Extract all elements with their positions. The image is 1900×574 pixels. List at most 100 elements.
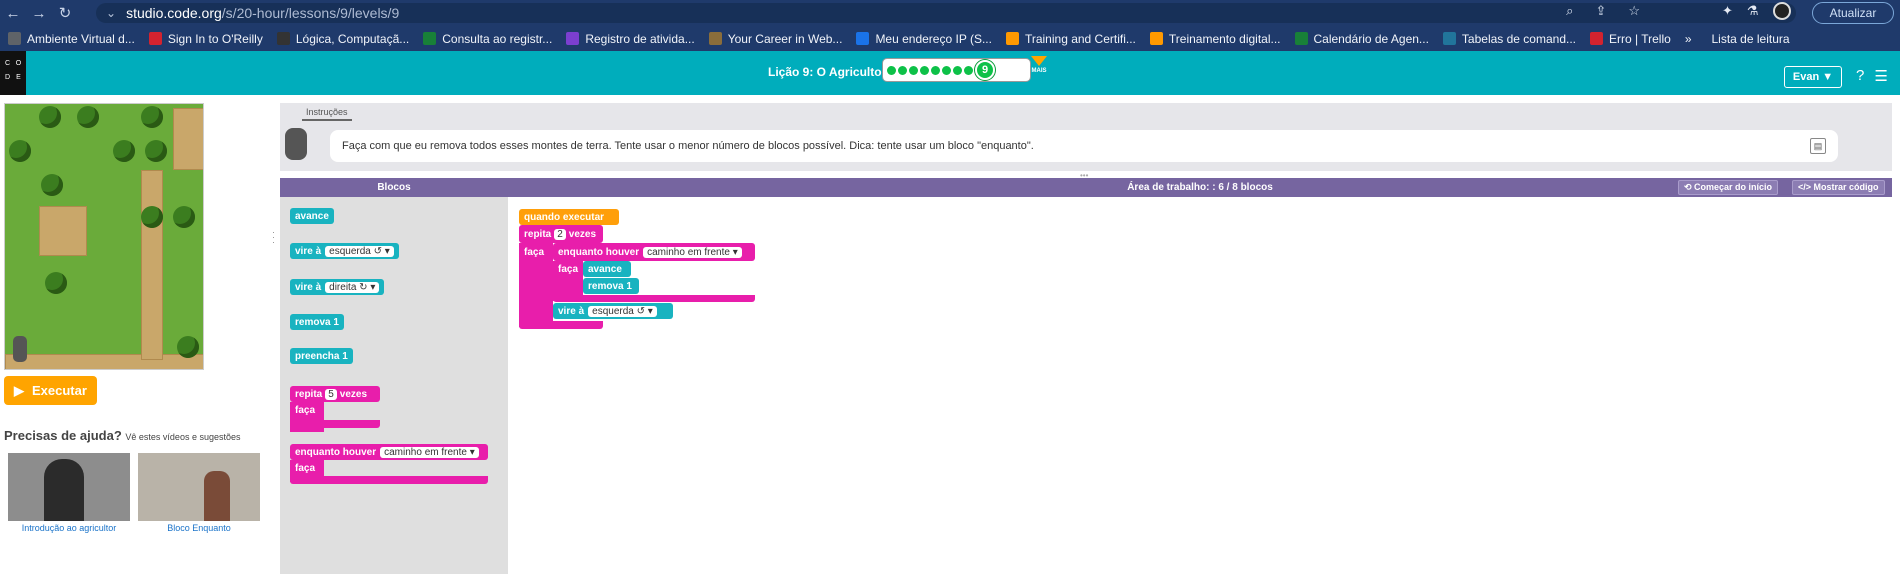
bookmark-item[interactable]: Training and Certifi... (1005, 31, 1136, 46)
tree (9, 140, 31, 162)
while-block-foot (553, 295, 755, 302)
forward-icon[interactable]: → (26, 5, 52, 22)
condition-dropdown[interactable]: caminho em frente ▾ (380, 446, 479, 458)
bookmark-item[interactable]: Lógica, Computaçã... (276, 32, 409, 46)
show-code-button[interactable]: </> Mostrar código (1792, 180, 1885, 195)
bookmark-item[interactable]: Treinamento digital... (1149, 32, 1281, 46)
bookmark-label: Calendário de Agen... (1313, 31, 1429, 46)
hamburger-menu-icon[interactable]: ☰ (1874, 67, 1887, 85)
update-button[interactable]: Atualizar (1812, 2, 1894, 24)
block-label: enquanto houver (295, 446, 377, 458)
codeorg-header: C O D E Lição 9: O Agricultor 9 MAIS (0, 51, 1900, 95)
bookmark-item[interactable]: Consulta ao registr... (423, 32, 552, 46)
while-block-slot (324, 460, 488, 476)
bookmark-label: Registro de ativida... (585, 31, 695, 46)
toolbox: avance vire à esquerda ↺ ▾ vire à direit… (280, 197, 508, 574)
profile-avatar[interactable] (1772, 2, 1791, 20)
completed-level-dot[interactable] (942, 65, 951, 75)
run-button[interactable]: ▶ Executar (4, 376, 97, 405)
block-label: vire à (295, 245, 322, 257)
video-caption[interactable]: Bloco Enquanto (138, 523, 260, 533)
when-run-block[interactable]: quando executar (519, 209, 619, 225)
toolbox-block-remove[interactable]: remova 1 (290, 314, 344, 330)
bookmark-item[interactable]: Erro | Trello (1590, 32, 1671, 46)
tree (141, 206, 163, 228)
direction-dropdown[interactable]: direita ↻ ▾ (325, 281, 380, 293)
repeat-count-input[interactable]: 2 (554, 228, 566, 240)
site-info-icon[interactable]: ⌄ (106, 6, 116, 20)
while-block[interactable]: enquanto houver caminho em frente ▾ (553, 243, 755, 261)
video-caption[interactable]: Introdução ao agricultor (8, 523, 130, 533)
url-host: studio.code.org (126, 5, 222, 21)
remove-block[interactable]: remova 1 (583, 278, 639, 294)
completed-level-dot[interactable] (964, 65, 973, 75)
toolbox-block-fill[interactable]: preencha 1 (290, 348, 353, 364)
direction-dropdown[interactable]: esquerda ↺ ▾ (325, 245, 394, 257)
block-label: faça (295, 463, 316, 474)
bookmarks-bar: Ambiente Virtual d... Sign In to O'Reilly… (0, 26, 1900, 51)
user-menu-button[interactable]: Evan ▼ (1784, 66, 1842, 88)
bookmark-label: Your Career in Web... (727, 31, 843, 46)
avance-block[interactable]: avance (583, 261, 631, 277)
repeat-block[interactable]: repita 2 vezes (519, 225, 603, 243)
bookmark-label: Training and Certifi... (1024, 31, 1136, 46)
direction-dropdown[interactable]: esquerda ↺ ▾ (588, 305, 657, 317)
condition-dropdown[interactable]: caminho em frente ▾ (643, 246, 742, 258)
block-label: faça (558, 264, 579, 275)
workspace: quando executar repita 2 vezes faça enqu… (508, 197, 1900, 574)
repeat-count-input[interactable]: 5 (325, 388, 337, 400)
turn-left-block[interactable]: vire à esquerda ↺ ▾ (553, 303, 673, 319)
zoom-icon[interactable]: ⌕ (1566, 3, 1573, 19)
play-icon: ▶ (14, 382, 24, 398)
tree (45, 272, 67, 294)
video-thumbnail[interactable] (138, 453, 260, 521)
completed-level-dot[interactable] (953, 65, 962, 75)
completed-level-dot[interactable] (920, 65, 929, 75)
instructions-tab[interactable]: Instruções (302, 105, 352, 121)
code-org-logo[interactable]: C O D E (0, 51, 26, 95)
block-label: enquanto houver (558, 246, 640, 258)
bookmark-item[interactable]: Ambiente Virtual d... (8, 32, 135, 46)
more-levels[interactable]: MAIS (1031, 56, 1047, 74)
completed-level-dot[interactable] (931, 65, 940, 75)
farmer-character (13, 336, 27, 362)
bookmark-favicon-icon (276, 32, 290, 45)
text-to-speech-icon[interactable]: ▤ (1810, 138, 1826, 154)
completed-level-dot[interactable] (909, 65, 918, 75)
block-label: avance (295, 210, 329, 222)
bookmark-item[interactable]: Meu endereço IP (S... (856, 32, 992, 46)
reading-list-button[interactable]: Lista de leitura (1712, 32, 1790, 46)
bookmark-item[interactable]: Your Career in Web... (708, 31, 843, 46)
toolbox-block-turn-right[interactable]: vire à direita ↻ ▾ (290, 279, 385, 295)
address-bar[interactable]: ⌄ studio.code.org /s/20-hour/lessons/9/l… (96, 3, 1796, 23)
block-label: vire à (295, 281, 322, 293)
block-label: faça (295, 405, 316, 416)
logo-letter: E (16, 74, 21, 81)
bookmark-favicon-icon (148, 32, 162, 45)
reload-icon[interactable]: ↻ (52, 4, 78, 22)
help-icon[interactable]: ? (1856, 67, 1864, 85)
toolbox-block-avance[interactable]: avance (290, 208, 334, 224)
restart-button[interactable]: ⟲ Começar do início (1678, 180, 1779, 195)
completed-level-dot[interactable] (898, 65, 907, 75)
bookmark-item[interactable]: Calendário de Agen... (1294, 31, 1429, 46)
current-level-dot[interactable]: 9 (975, 60, 995, 80)
block-label: remova 1 (588, 280, 632, 292)
bookmark-item[interactable]: Tabelas de comand... (1442, 32, 1576, 46)
share-icon[interactable]: ⇪ (1595, 3, 1606, 19)
bookmark-favicon-icon (1149, 32, 1163, 45)
video-thumbnail[interactable] (8, 453, 130, 521)
tree (41, 174, 63, 196)
toolbox-resize-grip[interactable]: · · · (272, 228, 275, 247)
completed-level-dot[interactable] (887, 65, 896, 75)
lesson-title[interactable]: Lição 9: O Agricultor (768, 65, 886, 79)
bookmark-item[interactable]: Registro de ativida... (566, 31, 695, 46)
labs-icon[interactable]: ⚗ (1747, 3, 1759, 19)
extensions-icon[interactable]: ✦ (1722, 3, 1733, 19)
bookmark-star-icon[interactable]: ☆ (1628, 3, 1640, 19)
toolbox-title: Blocos (377, 182, 411, 193)
bookmark-item[interactable]: Sign In to O'Reilly (148, 32, 263, 46)
more-bookmarks-icon[interactable]: » (1685, 32, 1692, 46)
toolbox-block-turn-left[interactable]: vire à esquerda ↺ ▾ (290, 243, 399, 259)
back-icon[interactable]: ← (0, 5, 26, 22)
